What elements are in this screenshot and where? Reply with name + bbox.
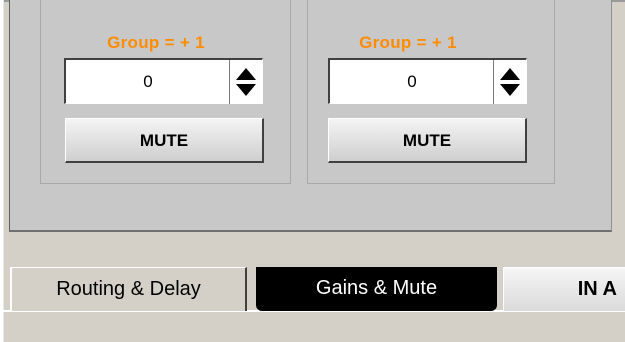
group-label: Group = + 1 — [359, 33, 457, 52]
tab-gains-mute[interactable]: Gains & Mute — [256, 267, 497, 311]
mute-button[interactable]: MUTE — [328, 118, 527, 163]
spin-up-down-button[interactable] — [493, 60, 526, 104]
mute-button[interactable]: MUTE — [65, 118, 264, 163]
group-label: Group = + 1 — [107, 33, 205, 52]
gain-spinbox[interactable]: 0 — [328, 58, 527, 104]
up-down-arrows-icon — [236, 68, 256, 96]
tab-in-a[interactable]: IN A — [503, 267, 625, 311]
gain-value[interactable]: 0 — [66, 60, 230, 104]
window-left-edge — [0, 0, 4, 342]
spin-up-down-button[interactable] — [229, 60, 262, 104]
up-down-arrows-icon — [500, 68, 520, 96]
gain-spinbox[interactable]: 0 — [64, 58, 263, 104]
tab-routing-delay[interactable]: Routing & Delay — [10, 267, 247, 311]
gain-value[interactable]: 0 — [330, 60, 494, 104]
